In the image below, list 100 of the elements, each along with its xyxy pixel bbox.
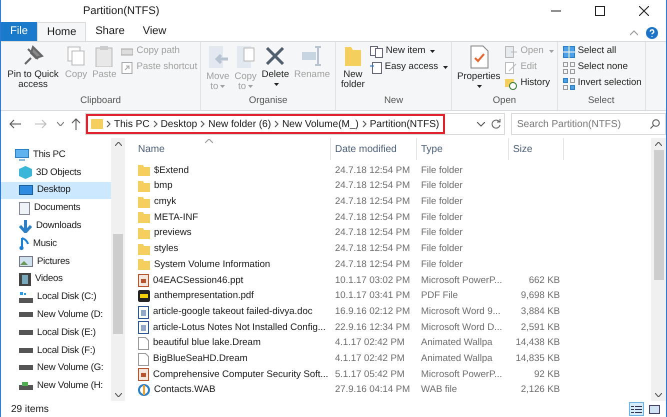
nav-item[interactable]: New Volume (G: (1, 360, 111, 378)
file-name[interactable]: cmyk (154, 195, 176, 210)
clipboard-icon (93, 45, 116, 67)
nav-item[interactable]: New Volume (D: (1, 306, 111, 324)
column-header[interactable]: Name (137, 138, 330, 160)
refresh-icon[interactable] (491, 119, 501, 129)
nav-item[interactable]: Local Disk (E:) (1, 324, 111, 342)
group-label: Clipboard (80, 94, 121, 108)
folder-icon (138, 244, 150, 255)
nav-item[interactable]: Documents (1, 199, 111, 218)
table-cell-text: 3,884 KB (520, 304, 560, 319)
details-view-icon (631, 404, 642, 414)
thumbnail-view-button[interactable] (647, 402, 662, 416)
breadcrumb-item[interactable]: Partition(NTFS) (370, 116, 440, 132)
table-cell-text: 24.7.18 12:54 PM (334, 210, 411, 225)
file-name[interactable]: article-Lotus Notes Not Installed Config... (153, 320, 326, 335)
table-cell-text: 2,591 KB (520, 320, 560, 335)
ribbon-button[interactable]: Select all (562, 45, 642, 58)
help-icon[interactable] (646, 27, 658, 39)
file-name[interactable]: beautiful blue lake.Dream (153, 336, 261, 351)
up-arrow-icon[interactable] (71, 118, 81, 130)
select-all-icon (562, 46, 575, 58)
ribbon-button[interactable]: New item (370, 45, 448, 58)
nav-item[interactable]: Local Disk (C:) (1, 288, 111, 306)
ribbon-button[interactable]: Easy access (370, 61, 448, 74)
new-item-icon (370, 46, 383, 58)
file-name[interactable]: Comprehensive Computer Security Soft... (153, 368, 328, 382)
breadcrumb-item[interactable]: Desktop (160, 116, 198, 132)
nav-item[interactable]: 3D Objects (1, 164, 111, 182)
column-header[interactable]: Size (508, 138, 564, 160)
ribbon-tab[interactable]: View (134, 22, 176, 41)
invert-selection-icon (562, 78, 575, 90)
table-cell-text: 4.1.17 02:42 PM (334, 352, 406, 366)
ribbon-button[interactable]: Delete (260, 45, 292, 88)
nav-item[interactable]: Music (1, 234, 111, 253)
table-cell-text: File folder (420, 258, 464, 272)
ribbon-button[interactable]: New folder (339, 45, 367, 90)
table-cell-text: 4.1.17 02:42 PM (334, 336, 406, 350)
nav-item[interactable]: Downloads (1, 217, 111, 235)
nav-item[interactable]: This PC (1, 146, 111, 164)
file-name[interactable]: $Extend (154, 164, 189, 178)
scroll-thumb[interactable] (654, 150, 664, 280)
file-name[interactable]: BigBlueSeaHD.Dream (153, 352, 248, 366)
blank-file-icon (138, 352, 149, 366)
scrollbar[interactable] (651, 138, 666, 401)
file-name[interactable]: anthempresentation.pdf (154, 289, 254, 304)
move-icon (206, 45, 229, 69)
breadcrumb-item[interactable]: New folder (6) (208, 116, 272, 132)
file-tab[interactable]: File (1, 22, 37, 41)
column-header[interactable]: Type (416, 138, 508, 160)
file-name[interactable]: META-INF (154, 210, 198, 226)
nav-item[interactable]: Pictures (1, 252, 111, 271)
file-name[interactable]: article-google takeout failed-divya.doc (153, 304, 312, 320)
nav-item[interactable]: Videos (1, 270, 111, 288)
group-label: Organise (248, 94, 288, 108)
scroll-up-icon[interactable] (655, 142, 662, 146)
scrollbar[interactable] (111, 138, 125, 401)
dropdown-icon[interactable] (477, 122, 485, 126)
ribbon-button[interactable]: Pin to Quick access (4, 45, 62, 90)
scroll-down-icon[interactable] (655, 393, 662, 397)
folder-icon (138, 212, 150, 224)
table-cell-text: 10.1.17 03:41 PM (334, 289, 411, 304)
nav-item[interactable]: Local Disk (F:) (1, 342, 111, 360)
details-view-button[interactable] (629, 402, 644, 416)
scroll-thumb[interactable] (113, 234, 123, 334)
pdf-file-icon (138, 290, 150, 302)
table-cell-text: 24.7.18 12:54 PM (334, 195, 411, 210)
file-name[interactable]: Contacts.WAB (154, 383, 216, 398)
table-cell-text: File folder (420, 210, 464, 225)
address-bar[interactable]: This PC Desktop New folder (6) New Volume(M_) Partition(NTFS) (85, 113, 505, 135)
ribbon-button[interactable]: Invert selection (562, 77, 642, 90)
back-arrow-icon[interactable] (9, 119, 21, 129)
scroll-up-icon[interactable] (114, 142, 122, 146)
ribbon-button[interactable]: History (505, 77, 554, 90)
search-field[interactable]: Search Partition(NTFS) (511, 113, 666, 135)
file-name[interactable]: 04EACSession46.ppt (153, 274, 244, 288)
scroll-down-icon[interactable] (114, 393, 122, 397)
breadcrumb-item[interactable]: New Volume(M_) (282, 116, 359, 132)
nav-item[interactable]: Desktop (1, 182, 111, 200)
file-name[interactable]: previews (154, 226, 192, 241)
column-header[interactable]: Date modified (330, 138, 416, 160)
ribbon-button[interactable]: Select none (562, 61, 642, 74)
file-name[interactable]: System Volume Information (154, 258, 270, 272)
window-title: Partition(NTFS) (83, 4, 160, 19)
ribbon-button[interactable]: Properties (455, 45, 502, 90)
document-file-icon (138, 306, 149, 319)
drive-icon (19, 330, 33, 336)
recent-dropdown-icon[interactable] (57, 122, 64, 126)
edit-icon (505, 62, 518, 74)
breadcrumb-item[interactable]: This PC (114, 116, 150, 132)
file-name[interactable]: styles (154, 242, 178, 256)
file-name[interactable]: bmp (154, 179, 172, 194)
delete-icon (264, 45, 286, 67)
ribbon-tab[interactable]: Share (86, 22, 134, 41)
table-cell-text: Microsoft PowerP... (420, 274, 504, 288)
collapse-ribbon-icon[interactable] (630, 30, 638, 36)
shortcut-icon (121, 62, 134, 74)
easy-access-icon (370, 62, 382, 74)
nav-item[interactable]: New Volume (H: (1, 377, 111, 396)
ribbon-tab[interactable]: Home (37, 22, 86, 41)
